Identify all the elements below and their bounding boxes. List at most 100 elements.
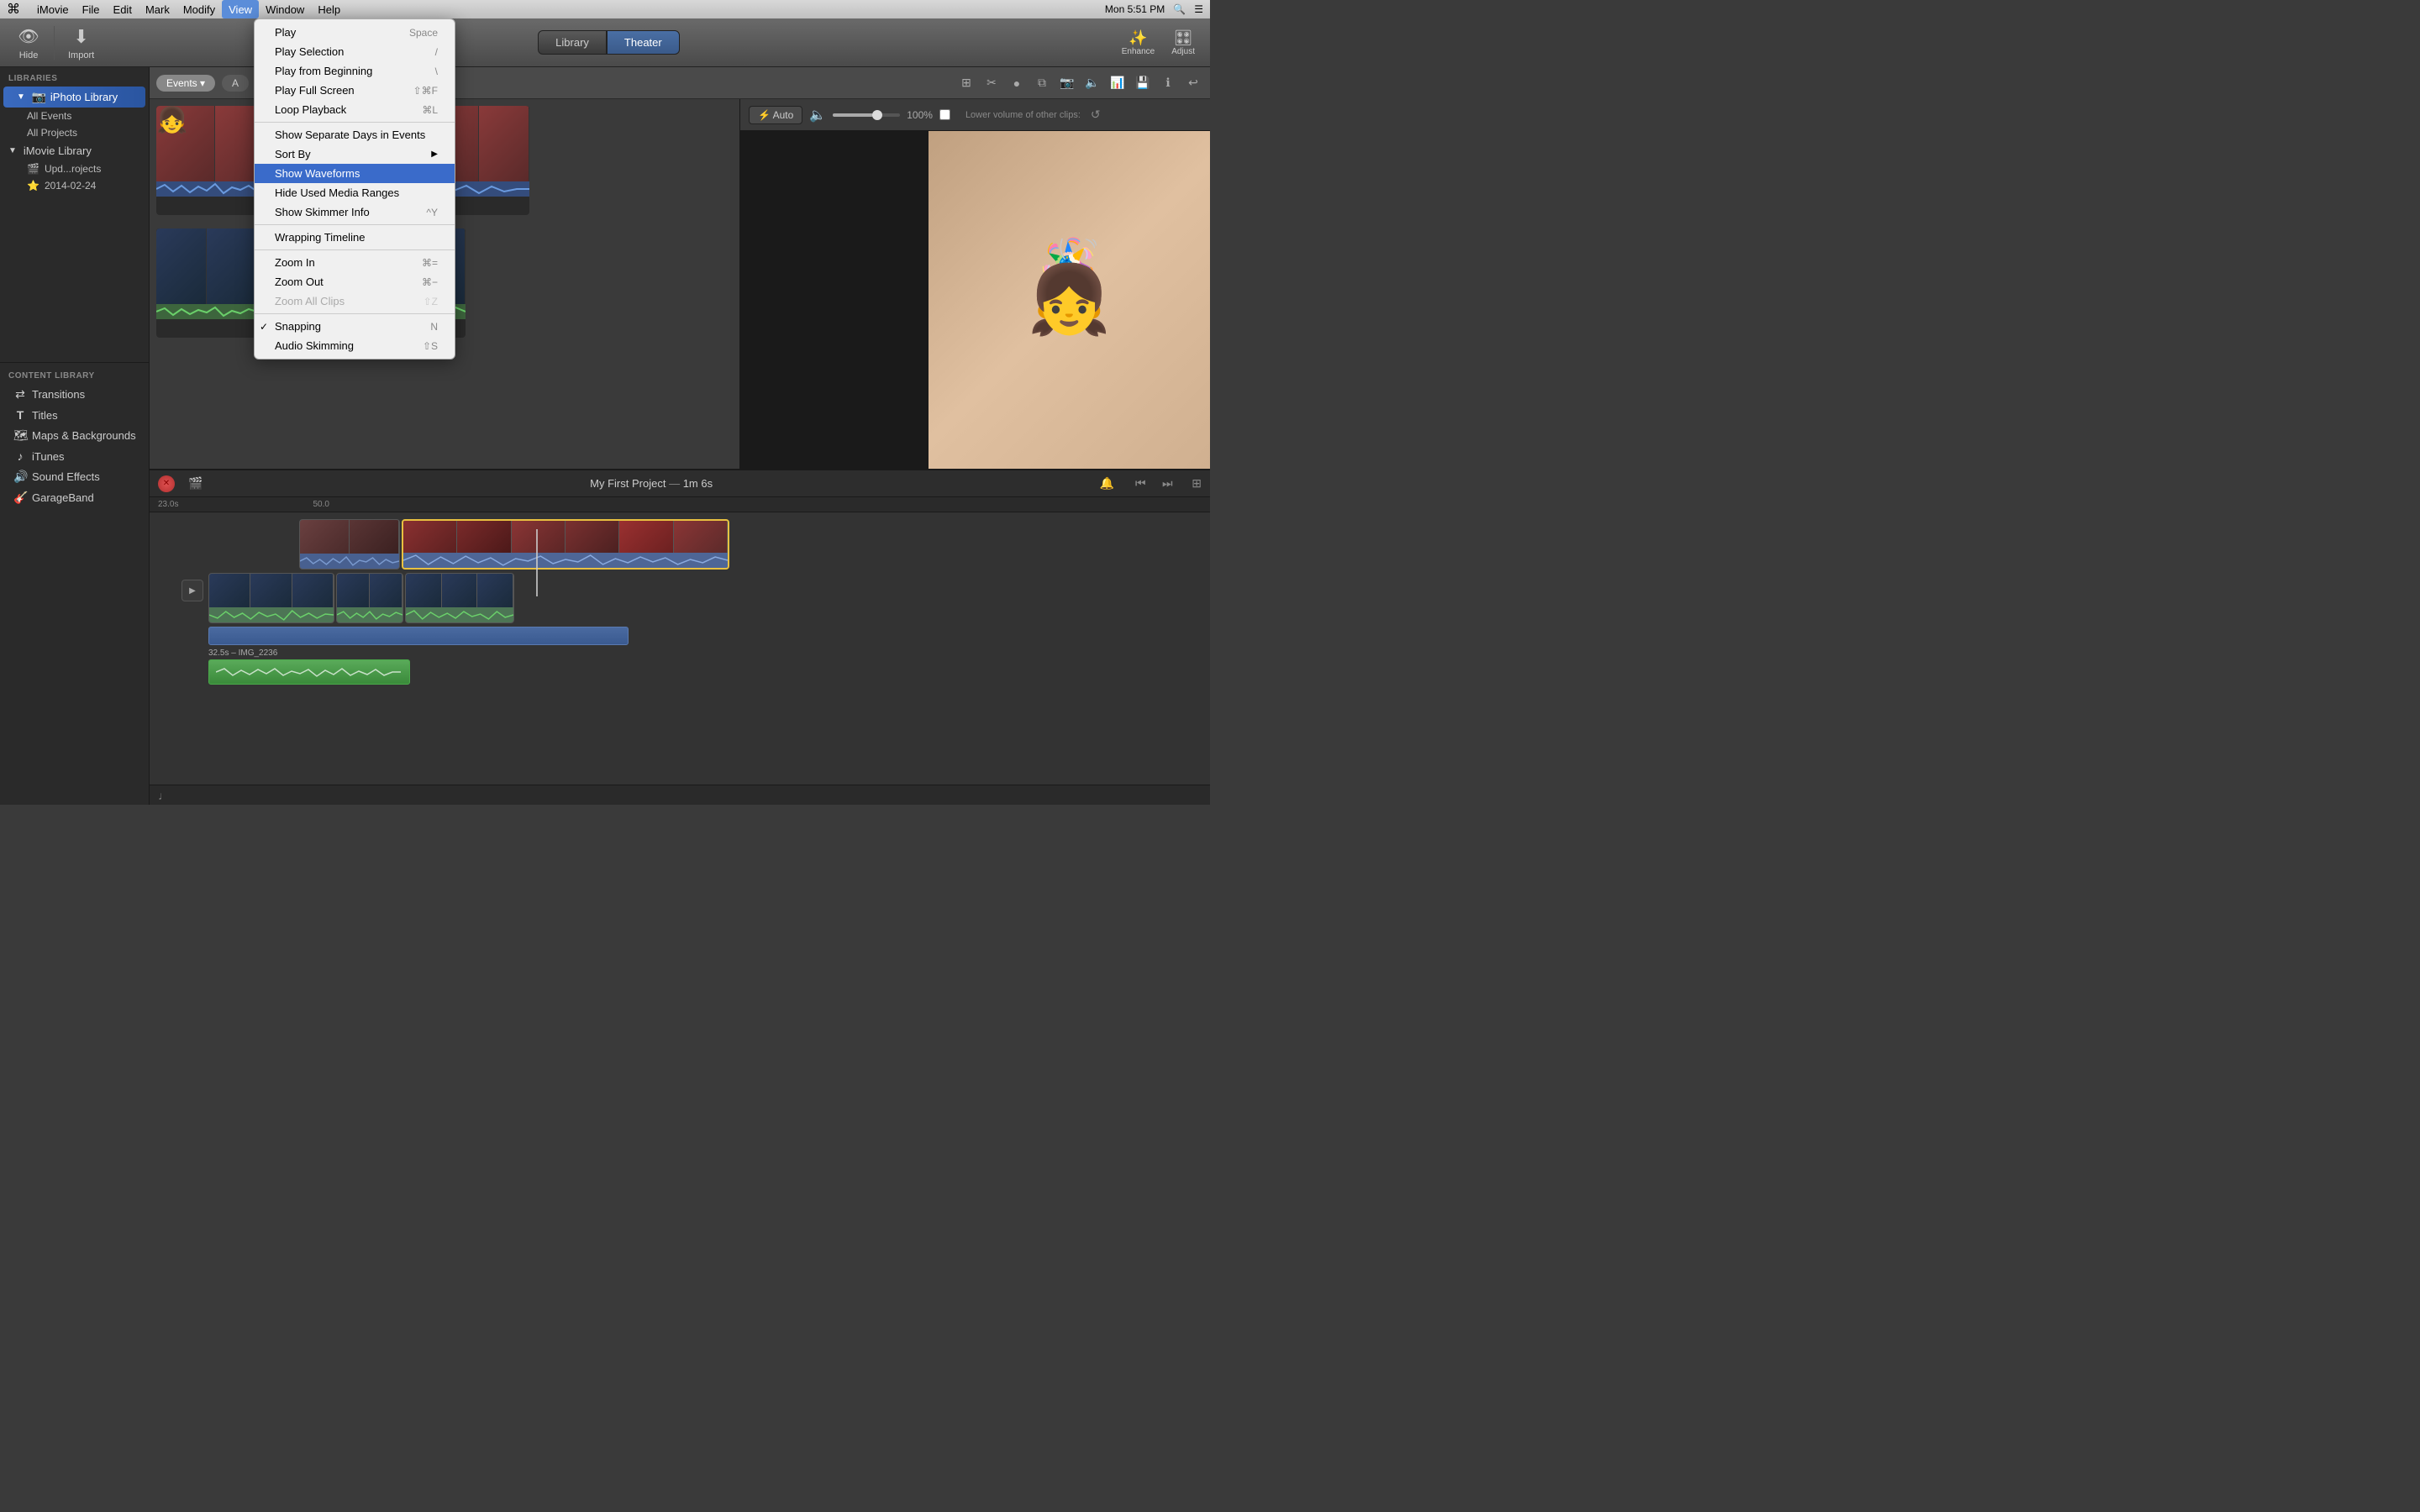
menu-item-sort-by[interactable]: Sort By ▶ [255, 144, 455, 164]
sidebar-item-all-events[interactable]: All Events [0, 108, 149, 124]
menu-zo-label: Zoom Out [275, 276, 324, 288]
bg-clip-2[interactable] [336, 573, 403, 623]
bg-f1 [209, 574, 250, 607]
menubar-menu-icon[interactable]: ☰ [1194, 3, 1203, 15]
enhance-label: Enhance [1122, 47, 1155, 56]
menubar-window[interactable]: Window [259, 0, 311, 18]
bg-clip-1[interactable] [208, 573, 334, 623]
menu-item-play[interactable]: Play Space [255, 23, 455, 42]
circle-icon[interactable]: ● [1007, 73, 1027, 93]
timeline-title: My First Project — 1m 6s [209, 477, 1092, 490]
volume-speaker-icon[interactable]: 🔈 [809, 107, 826, 123]
reset-volume-icon[interactable]: ↺ [1091, 108, 1101, 122]
camera-icon[interactable]: 📷 [1057, 73, 1077, 93]
library-button[interactable]: Library [538, 30, 607, 55]
import-button[interactable]: ⬇ Import [60, 22, 103, 64]
skip-forward-button[interactable]: ⏭ [1156, 473, 1178, 495]
menubar-imovie[interactable]: iMovie [30, 0, 76, 18]
volume-slider[interactable] [833, 113, 900, 117]
thumb3-f1 [156, 228, 207, 304]
chart-icon[interactable]: 📊 [1107, 73, 1128, 93]
info-icon[interactable]: ℹ [1158, 73, 1178, 93]
blue-audio-bar[interactable] [208, 627, 629, 645]
sidebar-item-2014[interactable]: ⭐ 2014-02-24 [0, 177, 149, 194]
bg-play-btn[interactable]: ▶ [182, 580, 203, 601]
sidebar-item-all-projects[interactable]: All Projects [0, 124, 149, 141]
grid-icon[interactable]: ⊞ [956, 73, 976, 93]
bg3-f2 [442, 574, 478, 607]
adjust-label: Adjust [1171, 47, 1195, 56]
bg-clip2-frames [337, 574, 402, 607]
tab-photos[interactable]: A [222, 75, 249, 92]
timeline-duration-val: 1m 6s [683, 477, 713, 490]
menu-pfs-shortcut: ⇧⌘F [413, 85, 438, 97]
trim-icon[interactable]: ✂ [981, 73, 1002, 93]
adjust-button[interactable]: 🎛 Adjust [1165, 26, 1202, 60]
video-thumb-3[interactable] [156, 228, 257, 338]
menu-item-show-skimmer-info[interactable]: Show Skimmer Info ^Y [255, 202, 455, 222]
expand-icon[interactable]: ⊞ [1192, 476, 1202, 491]
enhance-button[interactable]: ✨ Enhance [1115, 26, 1161, 60]
menubar-edit[interactable]: Edit [107, 0, 139, 18]
timeline-content: ▶ [150, 512, 1210, 785]
bg-f2 [250, 574, 292, 607]
menu-item-zoom-out[interactable]: Zoom Out ⌘− [255, 272, 455, 291]
lower-volume-checkbox[interactable] [939, 109, 950, 120]
menubar-modify[interactable]: Modify [176, 0, 222, 18]
menubar-file[interactable]: File [76, 0, 107, 18]
menu-item-wrapping-timeline[interactable]: Wrapping Timeline [255, 228, 455, 247]
sidebar-item-transitions[interactable]: ⇄ Transitions [0, 384, 149, 405]
sidebar-item-imovie-lib[interactable]: ▼ iMovie Library [0, 141, 149, 160]
clip1-waveform [300, 554, 399, 569]
save-icon[interactable]: 💾 [1133, 73, 1153, 93]
sidebar-item-maps-bg[interactable]: 🗺 Maps & Backgrounds [0, 425, 149, 446]
bg-clip3-waveform [406, 607, 513, 622]
menu-item-hide-used-media[interactable]: Hide Used Media Ranges [255, 183, 455, 202]
menubar: ⌘ iMovie File Edit Mark Modify View Wind… [0, 0, 1210, 18]
maps-icon: 🗺 [13, 428, 27, 443]
audio-icon[interactable]: 🔈 [1082, 73, 1102, 93]
volume-knob[interactable] [872, 110, 882, 120]
menu-item-loop-playback[interactable]: Loop Playback ⌘L [255, 100, 455, 119]
menubar-mark[interactable]: Mark [139, 0, 176, 18]
auto-icon: ⚡ [758, 109, 771, 121]
garageband-label: GarageBand [32, 491, 94, 504]
menu-item-play-full-screen[interactable]: Play Full Screen ⇧⌘F [255, 81, 455, 100]
tab-events[interactable]: Events ▾ [156, 75, 215, 92]
clip2-f6 [674, 521, 728, 553]
skip-back-button[interactable]: ⏮ [1129, 473, 1151, 495]
menu-hum-label: Hide Used Media Ranges [275, 186, 399, 199]
menu-item-show-waveforms[interactable]: Show Waveforms [255, 164, 455, 183]
sidebar-item-sound-effects[interactable]: 🔊 Sound Effects [0, 466, 149, 487]
green-audio-clip[interactable] [208, 659, 410, 685]
clip-1[interactable] [299, 519, 400, 570]
clip1-f1 [300, 520, 350, 554]
bg-clip-3[interactable] [405, 573, 514, 623]
auto-button[interactable]: ⚡ Auto [749, 106, 802, 124]
menu-item-play-selection[interactable]: Play Selection / [255, 42, 455, 61]
menu-item-play-from-beginning[interactable]: Play from Beginning \ [255, 61, 455, 81]
menu-item-show-separate-days[interactable]: Show Separate Days in Events [255, 125, 455, 144]
apple-menu[interactable]: ⌘ [7, 1, 20, 18]
sidebar-item-iphoto[interactable]: ▼ 📷 iPhoto Library [3, 87, 145, 108]
menu-item-zoom-in[interactable]: Zoom In ⌘= [255, 253, 455, 272]
menu-item-audio-skimming[interactable]: Audio Skimming ⇧S [255, 336, 455, 355]
back-icon[interactable]: ↩ [1183, 73, 1203, 93]
timeline-close-button[interactable]: ✕ [158, 475, 175, 492]
transitions-label: Transitions [32, 388, 85, 401]
clip-2[interactable] [402, 519, 729, 570]
menubar-search-icon[interactable]: 🔍 [1173, 3, 1186, 15]
sidebar-item-itunes[interactable]: ♪ iTunes [0, 446, 149, 466]
menu-item-zoom-all-clips[interactable]: Zoom All Clips ⇧Z [255, 291, 455, 311]
clip2-f2 [457, 521, 511, 553]
menu-item-snapping[interactable]: ✓ Snapping N [255, 317, 455, 336]
sidebar-item-titles[interactable]: T Titles [0, 405, 149, 425]
app-container: LIBRARIES ▼ 📷 iPhoto Library All Events … [0, 67, 1210, 805]
theater-button[interactable]: Theater [607, 30, 680, 55]
hide-button[interactable]: 👁 Hide [8, 22, 49, 64]
menubar-view[interactable]: View [222, 0, 259, 18]
menubar-help[interactable]: Help [311, 0, 347, 18]
transform-icon[interactable]: ⧉ [1032, 73, 1052, 93]
sidebar-item-upd-projects[interactable]: 🎬 Upd...rojects [0, 160, 149, 177]
sidebar-item-garageband[interactable]: 🎸 GarageBand [0, 487, 149, 508]
